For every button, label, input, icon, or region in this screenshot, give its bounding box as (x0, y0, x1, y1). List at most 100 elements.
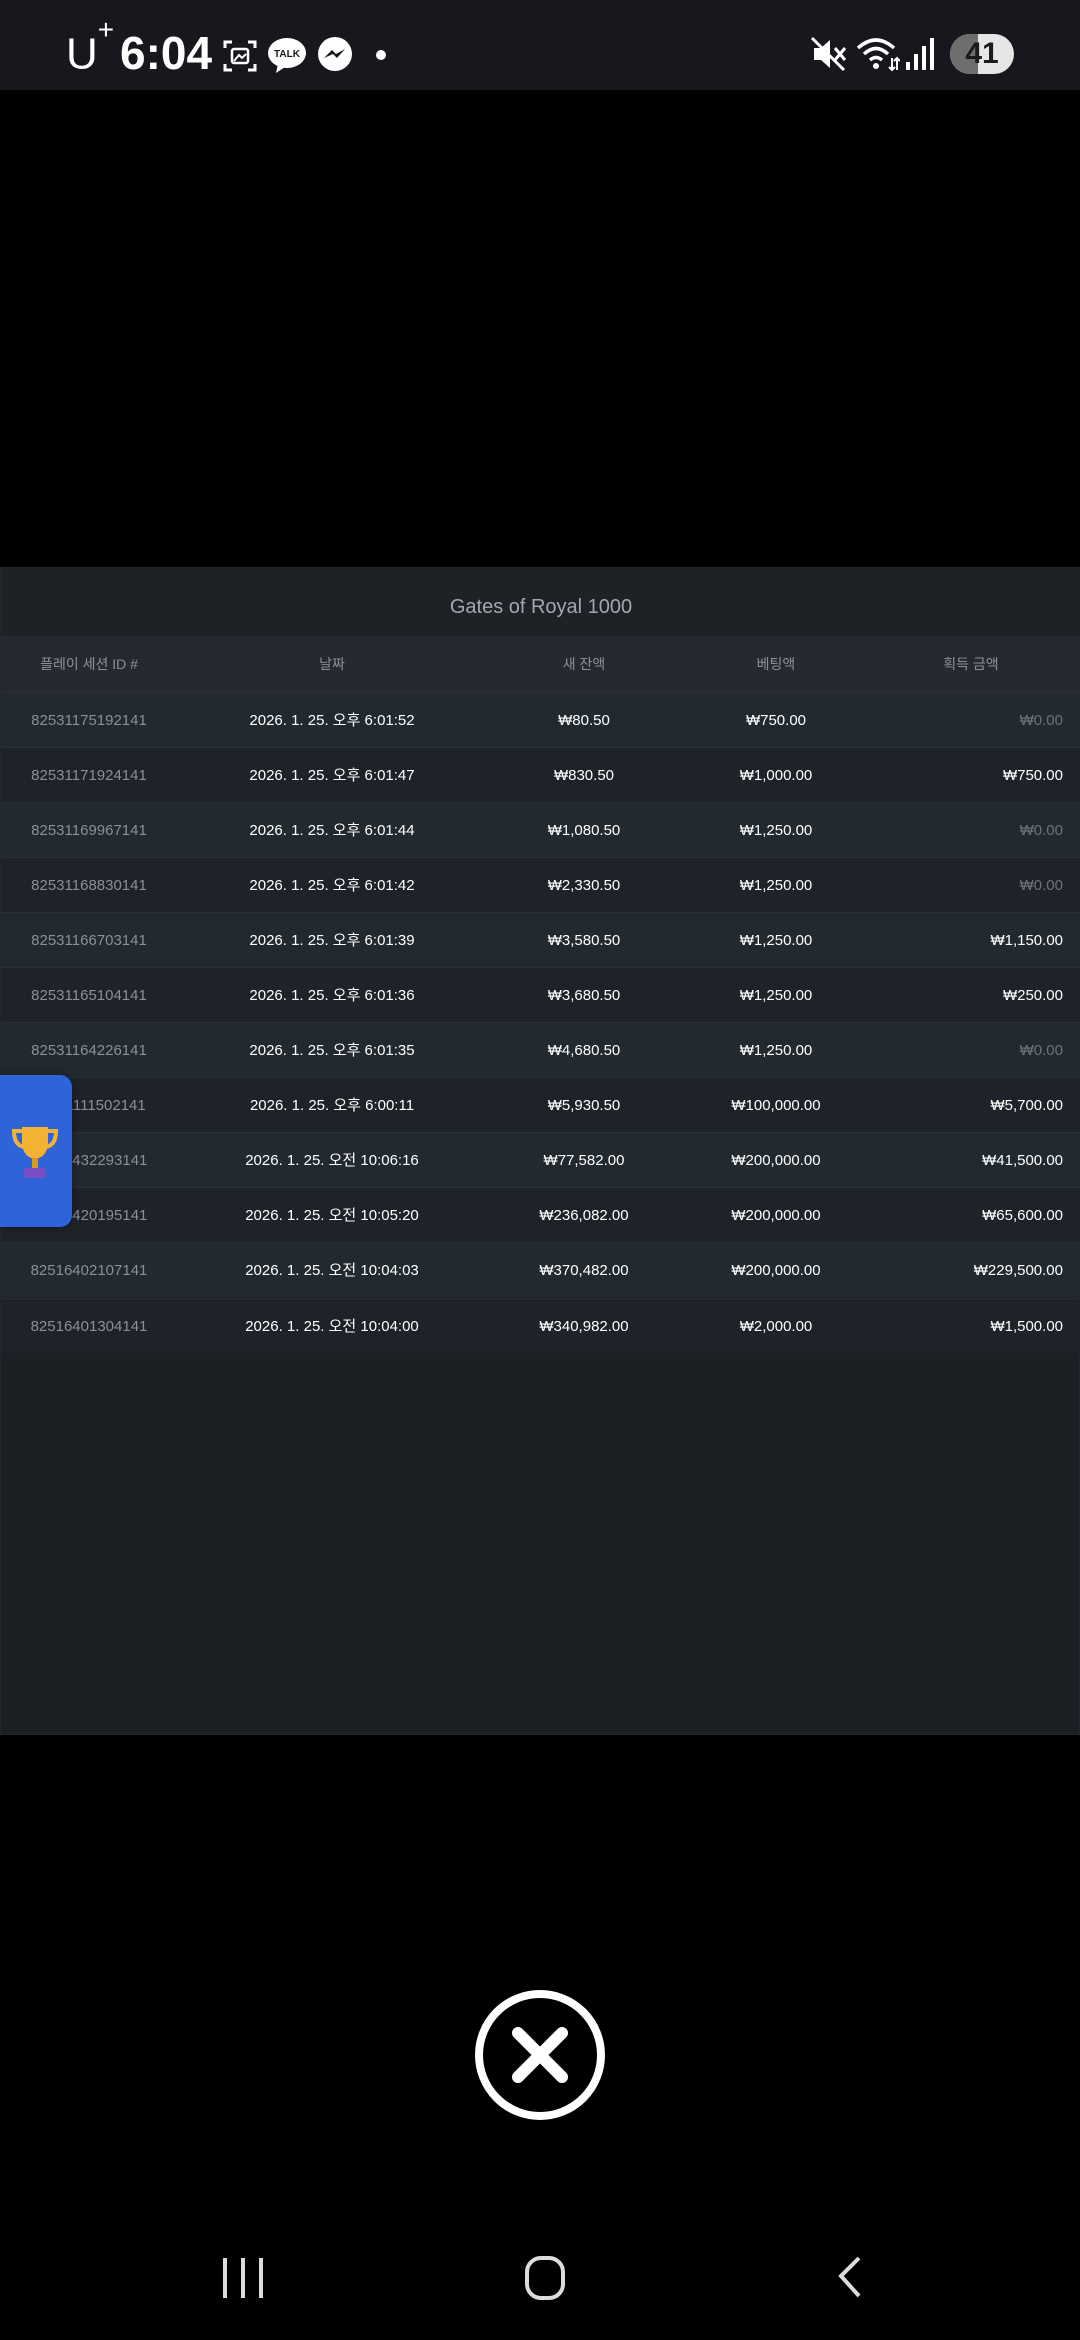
win-cell: ₩0.00 (1019, 712, 1063, 729)
dot-icon (376, 50, 386, 60)
table-row[interactable]: 82516420195141 2026. 1. 25. 오전 10:05:20 ₩2… (1, 1187, 1080, 1242)
session-id-cell: 82531169967141 (31, 822, 147, 839)
navigation-bar (0, 2220, 1080, 2340)
session-id-cell: 82516401304141 (30, 1318, 148, 1335)
svg-text:TALK: TALK (274, 49, 301, 60)
header-session-id: 플레이 세션 ID # (40, 656, 138, 672)
bet-cell: ₩200,000.00 (731, 1262, 821, 1279)
win-cell: ₩1,150.00 (990, 932, 1063, 949)
new-balance-cell: ₩1,080.50 (547, 822, 621, 839)
date-cell: 2026. 1. 25. 오후 6:01:44 (249, 822, 415, 839)
bet-cell: ₩1,250.00 (739, 822, 813, 839)
status-bar: U+ 6:04 TALK 41 (0, 0, 1080, 90)
bet-cell: ₩200,000.00 (731, 1152, 821, 1169)
table-row[interactable]: 82531166703141 2026. 1. 25. 오후 6:01:39 ₩3,… (1, 912, 1080, 967)
table-row[interactable]: 82531175192141 2026. 1. 25. 오후 6:01:52 ₩80… (1, 692, 1080, 747)
trophy-button[interactable] (0, 1075, 72, 1227)
bet-cell: ₩200,000.00 (731, 1207, 821, 1224)
bet-cell: ₩2,000.00 (739, 1318, 813, 1335)
table-row[interactable]: 82531168830141 2026. 1. 25. 오후 6:01:42 ₩2,… (1, 857, 1080, 912)
table-row[interactable]: 82516432293141 2026. 1. 25. 오전 10:06:16 ₩7… (1, 1132, 1080, 1187)
bet-cell: ₩750.00 (745, 712, 807, 729)
win-cell: ₩0.00 (1019, 1042, 1063, 1059)
new-balance-cell: ₩236,082.00 (539, 1207, 629, 1224)
battery-icon: 41 (950, 34, 1014, 74)
date-cell: 2026. 1. 25. 오전 10:06:16 (245, 1152, 419, 1169)
new-balance-cell: ₩4,680.50 (547, 1042, 621, 1059)
date-cell: 2026. 1. 25. 오후 6:01:35 (249, 1042, 415, 1059)
table-row[interactable]: 82531165104141 2026. 1. 25. 오후 6:01:36 ₩3,… (1, 967, 1080, 1022)
session-id-cell: 82531166703141 (31, 932, 147, 949)
header-bet: 베팅액 (756, 656, 796, 672)
back-icon (838, 2256, 861, 2298)
session-id-cell: 82531175192141 (31, 712, 147, 729)
recent-apps-button[interactable] (183, 2220, 303, 2340)
new-balance-cell: ₩2,330.50 (547, 877, 621, 894)
table-row[interactable]: 82516402107141 2026. 1. 25. 오전 10:04:03 ₩3… (1, 1242, 1080, 1297)
header-new-balance: 새 잔액 (562, 656, 606, 672)
date-cell: 2026. 1. 25. 오후 6:01:39 (249, 932, 415, 949)
date-cell: 2026. 1. 25. 오전 10:05:20 (245, 1207, 419, 1224)
bet-cell: ₩1,000.00 (739, 767, 813, 784)
game-title: Gates of Royal 1000 (1, 568, 1080, 636)
date-cell: 2026. 1. 25. 오후 6:01:52 (249, 712, 415, 729)
win-cell: ₩0.00 (1019, 877, 1063, 894)
date-cell: 2026. 1. 25. 오후 6:01:36 (249, 987, 415, 1004)
win-cell: ₩750.00 (1002, 767, 1063, 784)
win-cell: ₩229,500.00 (973, 1262, 1063, 1279)
date-cell: 2026. 1. 25. 오후 6:00:11 (249, 1097, 415, 1114)
win-cell: ₩0.00 (1019, 822, 1063, 839)
home-icon (525, 2256, 565, 2300)
new-balance-cell: ₩80.50 (558, 712, 610, 729)
bet-cell: ₩1,250.00 (739, 1042, 813, 1059)
close-icon (512, 2027, 568, 2083)
bet-cell: ₩100,000.00 (731, 1097, 821, 1114)
win-cell: ₩1,500.00 (990, 1318, 1063, 1335)
new-balance-cell: ₩3,580.50 (547, 932, 621, 949)
mute-icon (810, 36, 847, 72)
new-balance-cell: ₩340,982.00 (539, 1318, 629, 1335)
date-cell: 2026. 1. 25. 오후 6:01:47 (249, 767, 415, 784)
home-button[interactable] (485, 2220, 605, 2340)
back-button[interactable] (787, 2220, 907, 2340)
screenshot-icon (223, 40, 257, 72)
bet-cell: ₩1,250.00 (739, 987, 813, 1004)
table-row[interactable]: 82516401304141 2026. 1. 25. 오전 10:04:00 ₩3… (1, 1298, 1080, 1353)
win-cell: ₩41,500.00 (982, 1152, 1063, 1169)
session-id-cell: 82516402107141 (30, 1262, 148, 1279)
wifi-icon (856, 38, 900, 72)
table-row[interactable]: 82531169967141 2026. 1. 25. 오후 6:01:44 ₩1,… (1, 802, 1080, 857)
header-date: 날짜 (319, 656, 345, 672)
new-balance-cell: ₩77,582.00 (543, 1152, 625, 1169)
close-button[interactable] (475, 1990, 605, 2120)
win-cell: ₩250.00 (1002, 987, 1063, 1004)
date-cell: 2026. 1. 25. 오전 10:04:03 (245, 1262, 419, 1279)
history-panel: Gates of Royal 1000 플레이 세션 ID # 날짜 새 잔액 … (0, 567, 1080, 1735)
status-time: 6:04 (120, 27, 213, 79)
new-balance-cell: ₩5,930.50 (547, 1097, 621, 1114)
session-id-cell: 82531171924141 (31, 767, 147, 784)
kakaotalk-icon: TALK (268, 38, 306, 73)
bet-cell: ₩1,250.00 (739, 877, 813, 894)
trophy-icon (11, 1127, 59, 1178)
signal-icon (906, 38, 934, 70)
session-id-cell: 82531168830141 (31, 877, 147, 894)
date-cell: 2026. 1. 25. 오전 10:04:00 (245, 1318, 419, 1335)
table-row[interactable]: 82531164226141 2026. 1. 25. 오후 6:01:35 ₩4,… (1, 1022, 1080, 1077)
table-row[interactable]: 82531171924141 2026. 1. 25. 오후 6:01:47 ₩83… (1, 747, 1080, 802)
carrier-label: U+ (66, 14, 115, 79)
header-win: 획득 금액 (943, 656, 999, 672)
new-balance-cell: ₩3,680.50 (547, 987, 621, 1004)
date-cell: 2026. 1. 25. 오후 6:01:42 (249, 877, 415, 894)
session-id-cell: 82531165104141 (31, 987, 147, 1004)
table-row[interactable]: 82531111502141 2026. 1. 25. 오후 6:00:11 ₩5,… (1, 1077, 1080, 1132)
session-id-cell: 82531164226141 (31, 1042, 147, 1059)
win-cell: ₩65,600.00 (982, 1207, 1063, 1224)
recent-apps-icon (223, 2258, 263, 2298)
new-balance-cell: ₩830.50 (553, 767, 615, 784)
bet-cell: ₩1,250.00 (739, 932, 813, 949)
table-header: 플레이 세션 ID # 날짜 새 잔액 베팅액 획득 금액 (1, 636, 1080, 692)
battery-level: 41 (965, 37, 999, 70)
messenger-icon (318, 37, 352, 71)
win-cell: ₩5,700.00 (990, 1097, 1063, 1114)
